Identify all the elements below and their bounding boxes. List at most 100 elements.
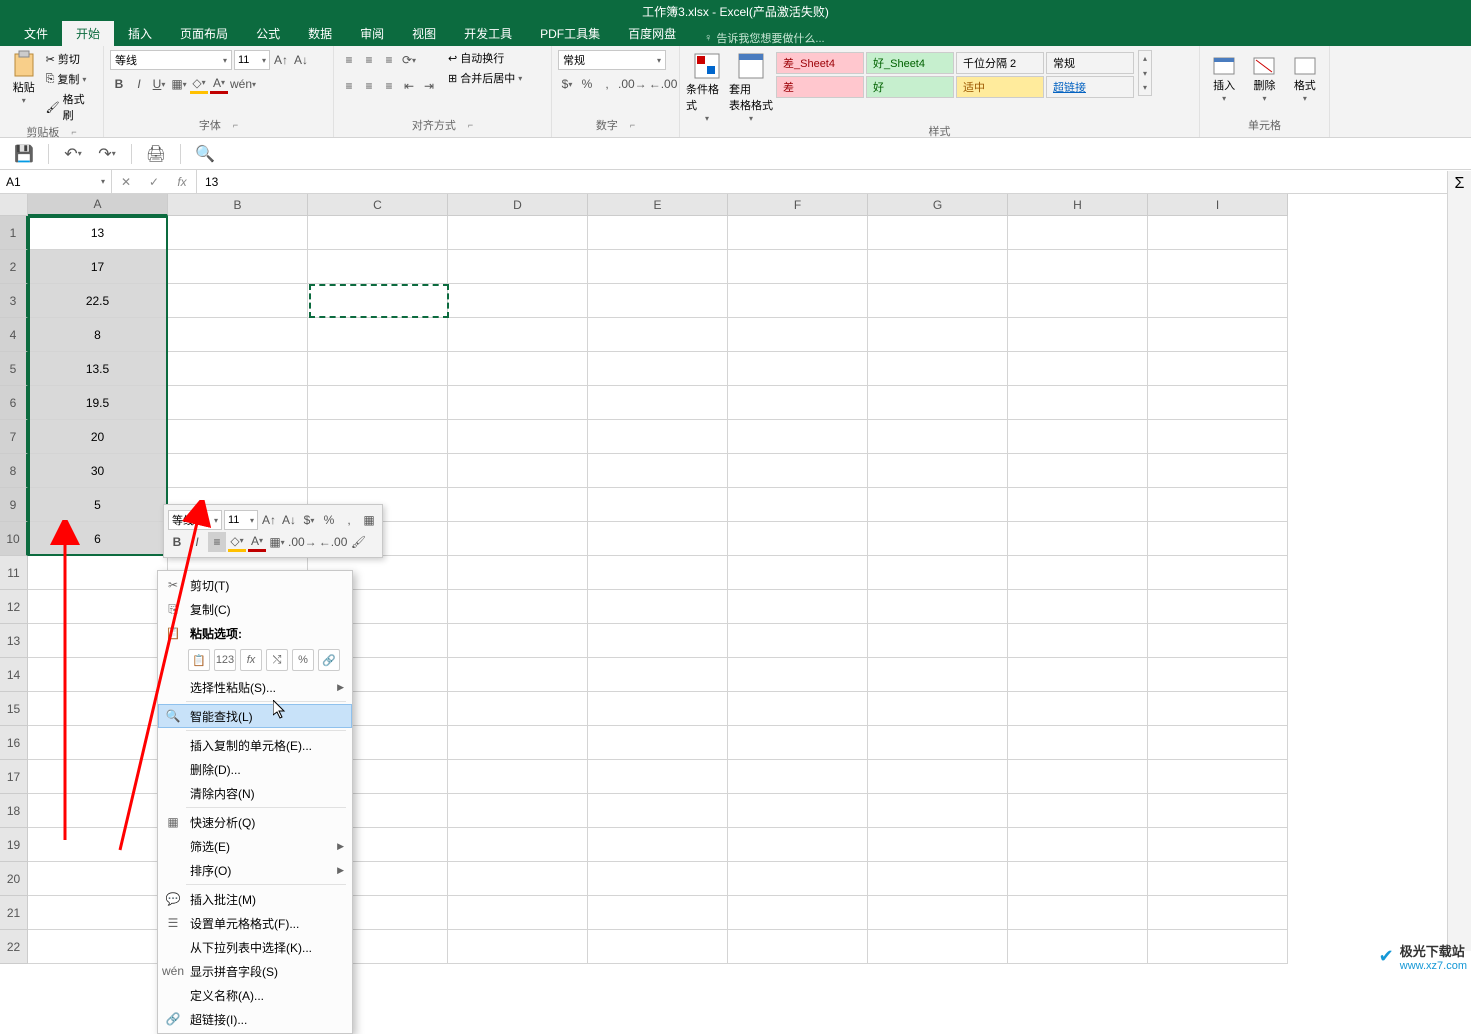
row-header-11[interactable]: 11 [0, 556, 28, 590]
cell-G5[interactable] [868, 352, 1008, 386]
style-bad[interactable]: 差 [776, 76, 864, 98]
cell-G8[interactable] [868, 454, 1008, 488]
alignment-launcher-icon[interactable]: ⌐ [468, 120, 473, 130]
cell-A7[interactable]: 20 [28, 420, 168, 454]
tab-file[interactable]: 文件 [10, 21, 62, 46]
cell-A10[interactable]: 6 [28, 522, 168, 556]
cell-I17[interactable] [1148, 760, 1288, 794]
wrap-text-button[interactable]: ↩ 自动换行 [448, 50, 522, 66]
undo-button[interactable]: ↶▾ [63, 144, 83, 164]
cell-D18[interactable] [448, 794, 588, 828]
ctx-sort[interactable]: 排序(O)▶ [158, 858, 352, 882]
row-header-17[interactable]: 17 [0, 760, 28, 794]
cell-C6[interactable] [308, 386, 448, 420]
cell-E14[interactable] [588, 658, 728, 692]
cell-D4[interactable] [448, 318, 588, 352]
mini-format-painter[interactable]: 🖌 [349, 532, 367, 552]
cell-H4[interactable] [1008, 318, 1148, 352]
cell-E5[interactable] [588, 352, 728, 386]
cell-E4[interactable] [588, 318, 728, 352]
styles-more-button[interactable]: ▴▾▾ [1138, 50, 1152, 96]
cell-D12[interactable] [448, 590, 588, 624]
cell-I14[interactable] [1148, 658, 1288, 692]
cell-B3[interactable] [168, 284, 308, 318]
cell-D13[interactable] [448, 624, 588, 658]
cell-E1[interactable] [588, 216, 728, 250]
cell-B2[interactable] [168, 250, 308, 284]
ctx-dropdown-pick[interactable]: 从下拉列表中选择(K)... [158, 935, 352, 959]
cell-E2[interactable] [588, 250, 728, 284]
cell-I21[interactable] [1148, 896, 1288, 930]
row-header-18[interactable]: 18 [0, 794, 28, 828]
cell-D21[interactable] [448, 896, 588, 930]
mini-dec-dec[interactable]: ←.00 [319, 532, 348, 552]
cell-E21[interactable] [588, 896, 728, 930]
cell-C8[interactable] [308, 454, 448, 488]
cell-F21[interactable] [728, 896, 868, 930]
cell-E7[interactable] [588, 420, 728, 454]
format-cells-button[interactable]: 格式▾ [1287, 50, 1323, 103]
mini-fontcolor[interactable]: A▾ [248, 532, 266, 552]
cell-G9[interactable] [868, 488, 1008, 522]
row-header-8[interactable]: 8 [0, 454, 28, 488]
row-header-4[interactable]: 4 [0, 318, 28, 352]
formula-input[interactable]: 13 [197, 170, 1471, 193]
cell-H12[interactable] [1008, 590, 1148, 624]
cell-A14[interactable] [28, 658, 168, 692]
cell-B7[interactable] [168, 420, 308, 454]
cell-E19[interactable] [588, 828, 728, 862]
format-painter-button[interactable]: 🖌 格式刷 [44, 90, 97, 124]
cell-A21[interactable] [28, 896, 168, 930]
decrease-font-button[interactable]: A↓ [292, 50, 310, 70]
cancel-formula-button[interactable]: ✕ [112, 175, 140, 189]
cell-F18[interactable] [728, 794, 868, 828]
cell-E8[interactable] [588, 454, 728, 488]
row-header-21[interactable]: 21 [0, 896, 28, 930]
column-headers[interactable]: ABCDEFGHI [28, 194, 1288, 216]
cell-F7[interactable] [728, 420, 868, 454]
tab-pagelayout[interactable]: 页面布局 [166, 21, 242, 46]
cell-I8[interactable] [1148, 454, 1288, 488]
style-good[interactable]: 好 [866, 76, 954, 98]
cell-F22[interactable] [728, 930, 868, 964]
ctx-paste-special[interactable]: 选择性粘贴(S)...▶ [158, 675, 352, 699]
cell-G15[interactable] [868, 692, 1008, 726]
mini-border[interactable]: ▦ [360, 510, 378, 530]
accounting-button[interactable]: $▾ [558, 74, 576, 94]
merge-center-button[interactable]: ⊞ 合并后居中 ▾ [448, 70, 522, 86]
row-header-16[interactable]: 16 [0, 726, 28, 760]
row-header-19[interactable]: 19 [0, 828, 28, 862]
cell-A4[interactable]: 8 [28, 318, 168, 352]
row-header-12[interactable]: 12 [0, 590, 28, 624]
cell-D7[interactable] [448, 420, 588, 454]
cell-A12[interactable] [28, 590, 168, 624]
cell-G3[interactable] [868, 284, 1008, 318]
paste-transpose-icon[interactable]: ⤭ [266, 649, 288, 671]
cell-H7[interactable] [1008, 420, 1148, 454]
cell-H15[interactable] [1008, 692, 1148, 726]
fill-color-button[interactable]: ◇▾ [190, 74, 208, 94]
mini-decrease-font[interactable]: A↓ [280, 510, 298, 530]
cell-G14[interactable] [868, 658, 1008, 692]
name-box[interactable]: A1▾ [0, 170, 112, 193]
ctx-smart-lookup[interactable]: 🔍智能查找(L) [158, 704, 352, 728]
cell-D19[interactable] [448, 828, 588, 862]
cell-G7[interactable] [868, 420, 1008, 454]
cell-F16[interactable] [728, 726, 868, 760]
cell-C5[interactable] [308, 352, 448, 386]
cell-D8[interactable] [448, 454, 588, 488]
cell-H3[interactable] [1008, 284, 1148, 318]
cell-A19[interactable] [28, 828, 168, 862]
style-hyperlink[interactable]: 超链接 [1046, 76, 1134, 98]
cell-G11[interactable] [868, 556, 1008, 590]
cell-G10[interactable] [868, 522, 1008, 556]
style-bad-sheet4[interactable]: 差_Sheet4 [776, 52, 864, 74]
cell-G4[interactable] [868, 318, 1008, 352]
cell-E13[interactable] [588, 624, 728, 658]
cell-G18[interactable] [868, 794, 1008, 828]
row-header-3[interactable]: 3 [0, 284, 28, 318]
cell-F2[interactable] [728, 250, 868, 284]
tab-data[interactable]: 数据 [294, 21, 346, 46]
cell-A8[interactable]: 30 [28, 454, 168, 488]
row-headers[interactable]: 12345678910111213141516171819202122 [0, 216, 28, 964]
